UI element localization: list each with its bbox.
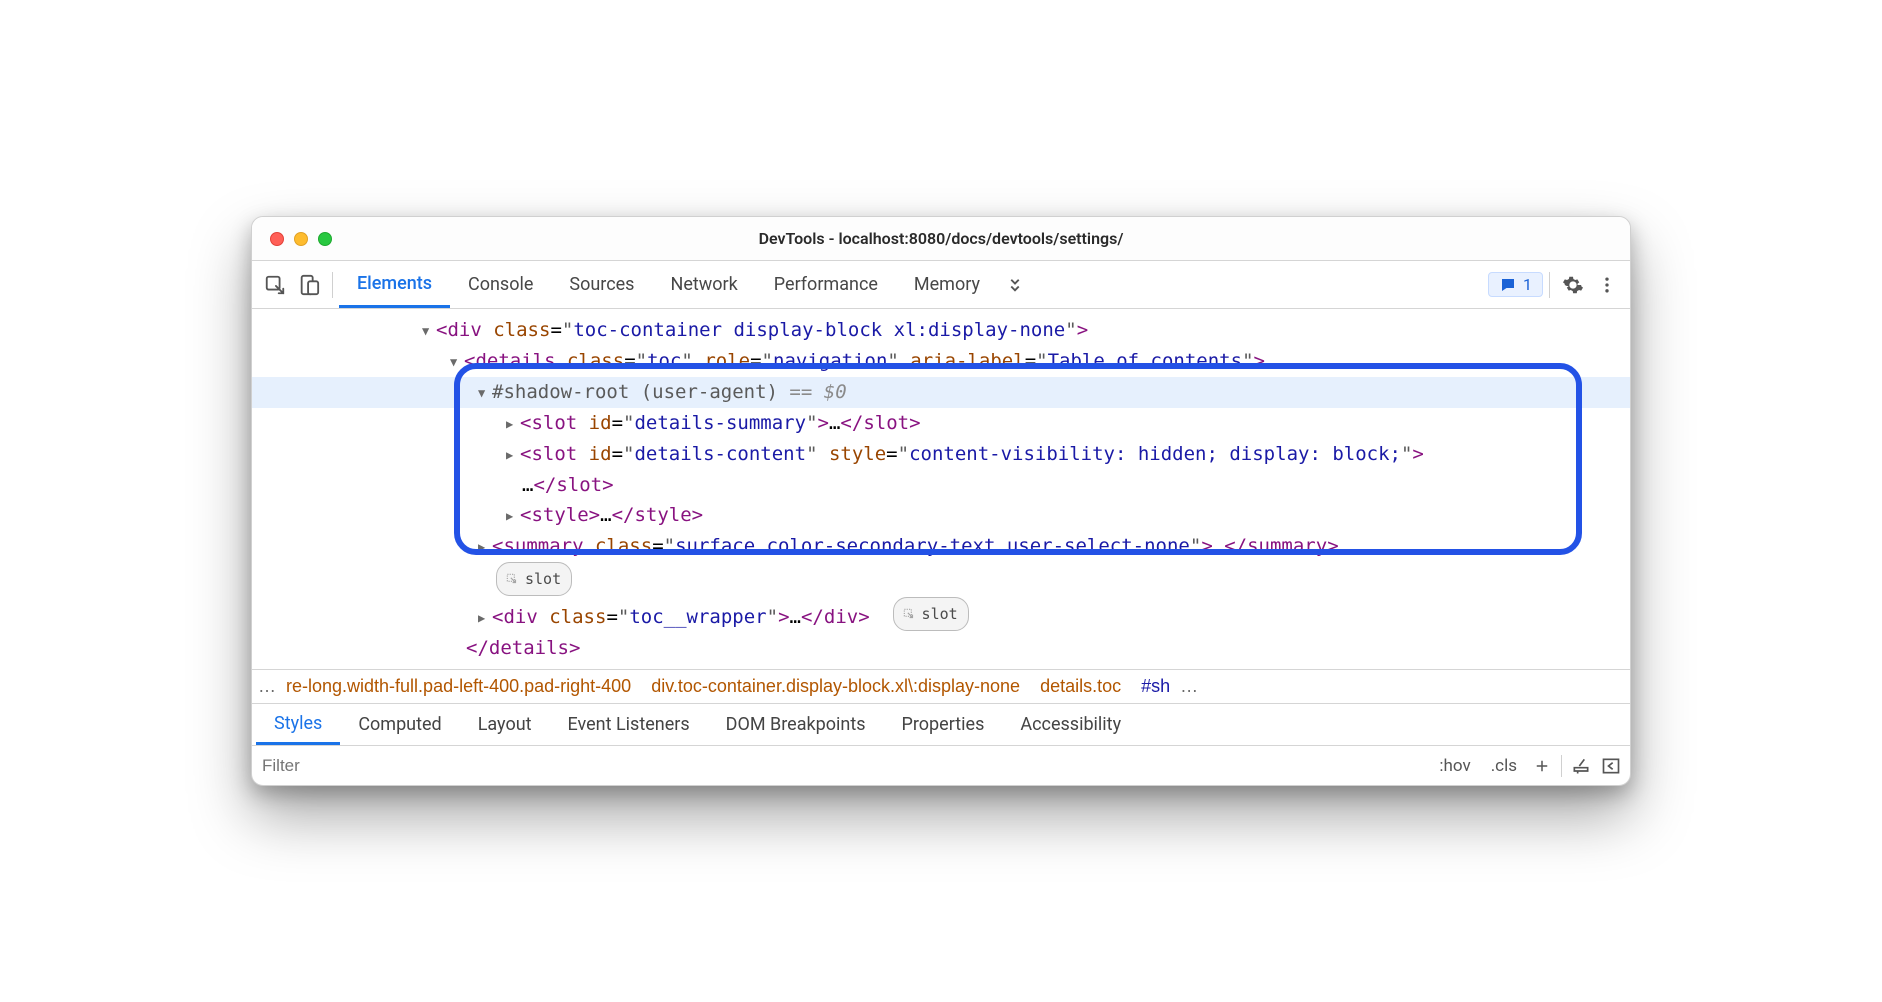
toggle-cls-button[interactable]: .cls — [1481, 756, 1527, 776]
close-window-button[interactable] — [270, 232, 284, 246]
caret-down-icon[interactable]: ▼ — [478, 378, 492, 408]
slot-badge-label: slot — [922, 599, 958, 629]
dom-node-summary[interactable]: ▶<summary class="surface color-secondary… — [252, 531, 1630, 562]
panel-tabs: Elements Console Sources Network Perform… — [339, 261, 998, 308]
tab-elements[interactable]: Elements — [339, 261, 450, 308]
dom-tree[interactable]: ⋯ ▼<div class="toc-container display-blo… — [252, 309, 1630, 669]
more-options-icon[interactable] — [1590, 268, 1624, 302]
styles-filter-input[interactable] — [256, 756, 1429, 776]
breadcrumb-overflow-left[interactable]: … — [258, 676, 276, 697]
stab-dom-breakpoints[interactable]: DOM Breakpoints — [708, 704, 884, 745]
breadcrumb-item[interactable]: re-long.width-full.pad-left-400.pad-righ… — [276, 676, 641, 697]
slot-badge-label: slot — [525, 564, 561, 594]
styles-tabs: Styles Computed Layout Event Listeners D… — [252, 703, 1630, 745]
caret-right-icon[interactable]: ▶ — [506, 409, 520, 439]
dom-node-details[interactable]: ▼<details class="toc" role="navigation" … — [252, 346, 1630, 377]
device-toggle-icon[interactable] — [292, 268, 326, 302]
dom-node-style[interactable]: ▶<style>…</style> — [252, 500, 1630, 531]
minimize-window-button[interactable] — [294, 232, 308, 246]
slot-reveal-badge[interactable]: slot — [893, 597, 969, 631]
caret-right-icon[interactable]: ▶ — [506, 501, 520, 531]
caret-down-icon[interactable]: ▼ — [422, 316, 436, 346]
issues-button[interactable]: 1 — [1488, 272, 1543, 297]
tab-label: Performance — [774, 274, 878, 295]
dom-node-details-close[interactable]: </details> — [252, 633, 1630, 663]
breadcrumb-item[interactable]: div.toc-container.display-block.xl\:disp… — [641, 676, 1030, 697]
tab-label: Elements — [357, 273, 432, 294]
settings-icon[interactable] — [1556, 268, 1590, 302]
tab-performance[interactable]: Performance — [756, 261, 896, 308]
issues-count: 1 — [1523, 275, 1532, 294]
dom-slot-badge-row: slot — [252, 562, 1630, 597]
styles-filter-bar: :hov .cls — [252, 745, 1630, 785]
dom-node-slot-content-close[interactable]: …</slot> — [252, 470, 1630, 500]
stab-accessibility[interactable]: Accessibility — [1002, 704, 1139, 745]
stab-layout[interactable]: Layout — [460, 704, 550, 745]
reveal-icon — [902, 607, 916, 621]
toggle-hov-button[interactable]: :hov — [1429, 756, 1480, 776]
main-toolbar: Elements Console Sources Network Perform… — [252, 261, 1630, 309]
tab-label: Network — [670, 274, 737, 295]
separator — [1549, 272, 1550, 298]
caret-right-icon[interactable]: ▶ — [478, 603, 492, 633]
stab-computed[interactable]: Computed — [340, 704, 459, 745]
reveal-icon — [505, 572, 519, 586]
dom-node-slot-content[interactable]: ▶<slot id="details-content" style="conte… — [252, 439, 1630, 470]
breadcrumb-overflow-right[interactable]: … — [1180, 676, 1198, 697]
dom-node-shadow-root[interactable]: ▼#shadow-root (user-agent) == $0 — [252, 377, 1630, 408]
window-controls — [252, 232, 332, 246]
paint-brush-icon[interactable] — [1566, 756, 1596, 776]
tab-label: Console — [468, 274, 533, 295]
tab-network[interactable]: Network — [652, 261, 755, 308]
caret-right-icon[interactable]: ▶ — [478, 532, 492, 562]
separator — [332, 272, 333, 298]
new-style-rule-icon[interactable] — [1527, 757, 1557, 775]
stab-styles[interactable]: Styles — [256, 704, 340, 745]
more-tabs-icon[interactable] — [998, 268, 1032, 302]
chat-icon — [1499, 276, 1517, 294]
inspect-element-icon[interactable] — [258, 268, 292, 302]
caret-right-icon[interactable]: ▶ — [506, 440, 520, 470]
breadcrumb-item[interactable]: details.toc — [1030, 676, 1131, 697]
stab-properties[interactable]: Properties — [884, 704, 1003, 745]
devtools-window: DevTools - localhost:8080/docs/devtools/… — [251, 216, 1631, 786]
slot-reveal-badge[interactable]: slot — [496, 562, 572, 596]
dom-node-div-wrapper[interactable]: ▶<div class="toc__wrapper">…</div> slot — [252, 597, 1630, 633]
zoom-window-button[interactable] — [318, 232, 332, 246]
computed-toggle-icon[interactable] — [1596, 756, 1626, 776]
separator — [1561, 755, 1562, 777]
breadcrumb-item-selected[interactable]: #sh — [1131, 676, 1180, 697]
tab-console[interactable]: Console — [450, 261, 551, 308]
tab-label: Sources — [569, 274, 634, 295]
tab-sources[interactable]: Sources — [551, 261, 652, 308]
tab-memory[interactable]: Memory — [896, 261, 998, 308]
stab-event-listeners[interactable]: Event Listeners — [550, 704, 708, 745]
dom-node-slot-summary[interactable]: ▶<slot id="details-summary">…</slot> — [252, 408, 1630, 439]
caret-down-icon[interactable]: ▼ — [450, 347, 464, 377]
titlebar: DevTools - localhost:8080/docs/devtools/… — [252, 217, 1630, 261]
tab-label: Memory — [914, 274, 980, 295]
dom-node-div-toc-container[interactable]: ▼<div class="toc-container display-block… — [252, 315, 1630, 346]
window-title: DevTools - localhost:8080/docs/devtools/… — [252, 229, 1630, 248]
breadcrumb-bar[interactable]: … re-long.width-full.pad-left-400.pad-ri… — [252, 669, 1630, 703]
